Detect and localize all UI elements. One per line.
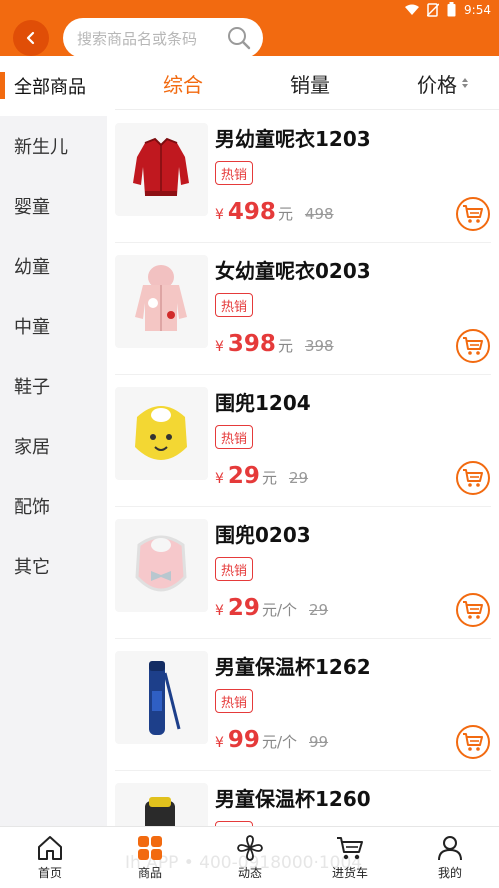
add-to-cart-button[interactable] xyxy=(456,329,490,363)
product-image-bottle[interactable] xyxy=(115,783,208,826)
tab-home[interactable]: 首页 xyxy=(0,827,100,888)
original-price: 398 xyxy=(304,337,334,355)
product-name[interactable]: 围兜1204 xyxy=(215,387,311,416)
add-to-cart-button[interactable] xyxy=(456,461,490,495)
product-name[interactable]: 男童保温杯1260 xyxy=(215,783,371,812)
price-unit: 元/个 xyxy=(261,733,297,751)
product-name[interactable]: 男幼童呢衣1203 xyxy=(215,123,371,152)
original-price: 29 xyxy=(309,601,329,619)
home-icon xyxy=(38,836,62,860)
product-price: 99 xyxy=(227,727,260,753)
cart-icon xyxy=(463,733,483,751)
hot-tag: 热销 xyxy=(215,425,254,449)
product-item[interactable]: 男童保温杯1262 热销 ¥ 99 元/个 99 xyxy=(107,639,499,771)
sidebar-item-home[interactable]: 家居 xyxy=(0,416,107,476)
product-item[interactable]: 围兜1204 热销 ¥ 29 元 29 xyxy=(107,375,499,507)
search-placeholder: 搜索商品名或条码 xyxy=(77,29,198,48)
status-icons: 9:54 xyxy=(405,2,491,17)
cart-icon xyxy=(463,469,483,487)
sort-tab-price[interactable]: 价格 xyxy=(417,56,468,110)
app-header: 搜索商品名或条码 xyxy=(0,18,499,58)
product-image-blue-bottle[interactable] xyxy=(115,651,208,744)
original-price: 498 xyxy=(304,205,334,223)
product-price: 498 xyxy=(227,199,276,225)
product-image-yellow-bib[interactable] xyxy=(115,387,208,480)
cart-icon xyxy=(463,601,483,619)
grid-icon xyxy=(138,836,162,860)
sort-arrows-icon xyxy=(462,78,468,88)
tab-profile[interactable]: 我的 xyxy=(400,827,499,888)
tab-cart[interactable]: 进货车 xyxy=(300,827,400,888)
tab-products[interactable]: 商品 xyxy=(100,827,200,888)
search-icon[interactable] xyxy=(227,26,251,50)
person-icon xyxy=(438,836,462,861)
hot-tag: 热销 xyxy=(215,161,254,185)
sidebar-item-all[interactable]: 全部商品 xyxy=(0,56,115,116)
price-row: ¥ 29 元/个 29 xyxy=(215,595,328,621)
search-input[interactable]: 搜索商品名或条码 xyxy=(63,18,263,58)
product-price: 398 xyxy=(227,331,276,357)
cart-icon xyxy=(463,205,483,223)
sidebar-item-newborn[interactable]: 新生儿 xyxy=(0,116,107,176)
currency-symbol: ¥ xyxy=(215,207,224,223)
price-unit: 元 xyxy=(261,469,277,487)
product-image-pink-bib[interactable] xyxy=(115,519,208,612)
sidebar-item-infant[interactable]: 婴童 xyxy=(0,176,107,236)
product-name[interactable]: 男童保温杯1262 xyxy=(215,651,371,680)
category-sidebar: 全部商品 新生儿 婴童 幼童 中童 鞋子 家居 配饰 其它 xyxy=(0,56,115,826)
pinwheel-icon xyxy=(237,835,263,861)
currency-symbol: ¥ xyxy=(215,735,224,751)
sidebar-item-shoes[interactable]: 鞋子 xyxy=(0,356,107,416)
sort-tab-comprehensive[interactable]: 综合 xyxy=(163,56,203,110)
product-name[interactable]: 围兜0203 xyxy=(215,519,311,548)
cart-icon xyxy=(337,837,363,860)
sidebar-item-toddler[interactable]: 幼童 xyxy=(0,236,107,296)
price-unit: 元/个 xyxy=(261,601,297,619)
bottom-tab-bar: Ih APP • 400-0918000·1004 首页 商品 动态 进货车 我… xyxy=(0,826,499,888)
hot-tag: 热销 xyxy=(215,557,254,581)
price-unit: 元 xyxy=(277,337,293,355)
price-row: ¥ 29 元 29 xyxy=(215,463,308,489)
product-item[interactable]: 男幼童呢衣1203 热销 ¥ 498 元 498 xyxy=(107,111,499,243)
product-price: 29 xyxy=(227,595,260,621)
original-price: 29 xyxy=(288,469,309,487)
add-to-cart-button[interactable] xyxy=(456,593,490,627)
product-price: 29 xyxy=(227,463,260,489)
price-row: ¥ 398 元 398 xyxy=(215,331,334,357)
sidebar-item-accessories[interactable]: 配饰 xyxy=(0,476,107,536)
product-image-pink-coat[interactable] xyxy=(115,255,208,348)
product-item[interactable]: 男童保温杯1260 热销 xyxy=(107,771,499,826)
original-price: 99 xyxy=(309,733,329,751)
hot-tag: 热销 xyxy=(215,293,254,317)
product-list: 男幼童呢衣1203 热销 ¥ 498 元 498 女幼童呢衣0203 热销 ¥ … xyxy=(107,111,499,826)
product-name[interactable]: 女幼童呢衣0203 xyxy=(215,255,371,284)
sidebar-item-other[interactable]: 其它 xyxy=(0,536,107,596)
product-item[interactable]: 女幼童呢衣0203 热销 ¥ 398 元 398 xyxy=(107,243,499,375)
currency-symbol: ¥ xyxy=(215,471,224,487)
product-image-red-jacket[interactable] xyxy=(115,123,208,216)
price-unit: 元 xyxy=(277,205,293,223)
add-to-cart-button[interactable] xyxy=(456,197,490,231)
tab-feed[interactable]: 动态 xyxy=(200,827,300,888)
price-row: ¥ 498 元 498 xyxy=(215,199,334,225)
no-sim-icon xyxy=(427,2,440,17)
wifi-icon xyxy=(405,4,420,15)
product-item[interactable]: 围兜0203 热销 ¥ 29 元/个 29 xyxy=(107,507,499,639)
currency-symbol: ¥ xyxy=(215,603,224,619)
add-to-cart-button[interactable] xyxy=(456,725,490,759)
status-time: 9:54 xyxy=(464,2,491,17)
hot-tag: 热销 xyxy=(215,689,254,713)
sort-tab-sales[interactable]: 销量 xyxy=(290,56,330,110)
sort-bar: 综合 销量 价格 xyxy=(115,56,499,110)
back-button[interactable] xyxy=(13,20,49,56)
cart-icon xyxy=(463,337,483,355)
price-row: ¥ 99 元/个 99 xyxy=(215,727,328,753)
chevron-left-icon xyxy=(26,31,35,45)
battery-icon xyxy=(447,2,456,17)
currency-symbol: ¥ xyxy=(215,339,224,355)
sidebar-item-kids[interactable]: 中童 xyxy=(0,296,107,356)
